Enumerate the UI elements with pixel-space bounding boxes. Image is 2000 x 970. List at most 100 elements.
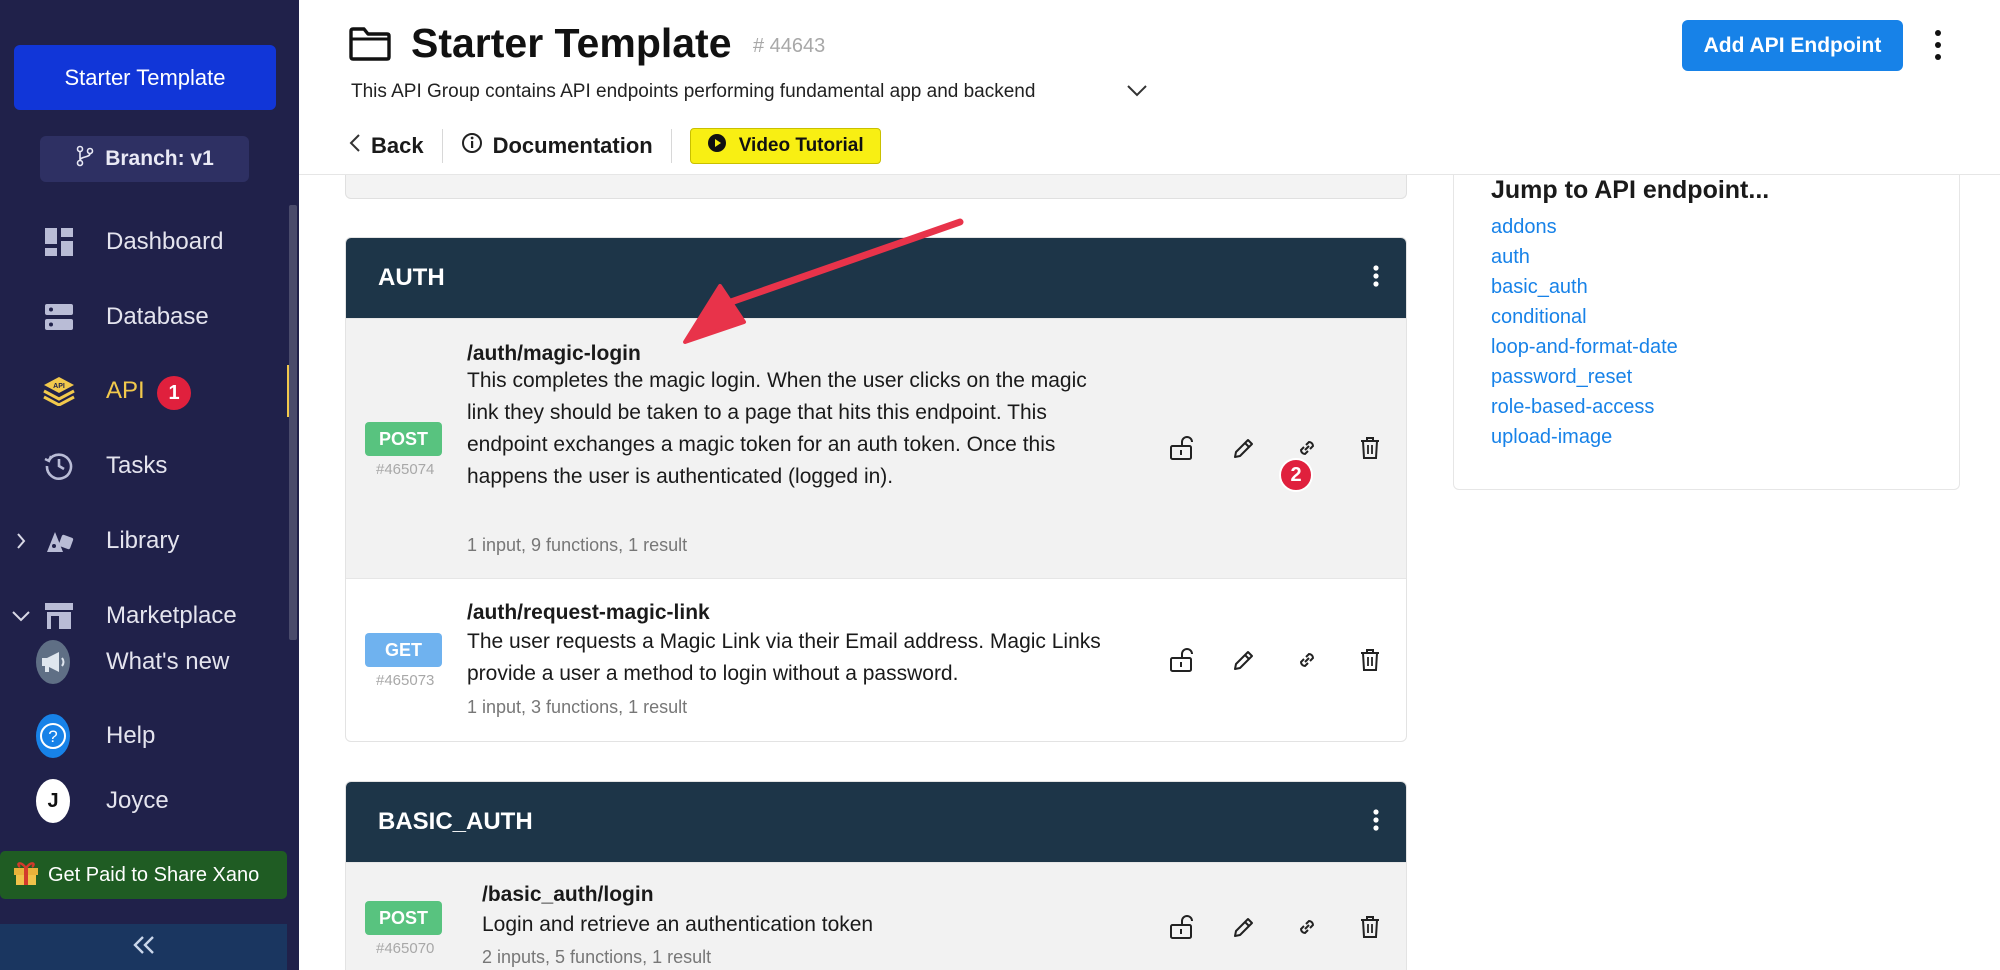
method-badge: POST [365, 422, 442, 456]
endpoint-actions [1149, 909, 1401, 945]
api-group-id: # 44643 [753, 35, 826, 57]
endpoint-description: This completes the magic login. When the… [467, 369, 1087, 488]
back-label: Back [371, 133, 424, 158]
group-header: AUTH [346, 238, 1406, 318]
database-icon [42, 300, 76, 334]
edit-pencil-icon[interactable] [1212, 642, 1275, 678]
sidebar-item-label: Marketplace [106, 602, 237, 629]
sidebar-item-tasks[interactable]: Tasks [0, 438, 299, 494]
project-button[interactable]: Starter Template [14, 45, 276, 110]
auth-lock-icon[interactable] [1149, 642, 1212, 678]
toolbar-divider [670, 129, 672, 163]
jump-link[interactable]: auth [1491, 244, 1678, 274]
promo-banner[interactable]: Get Paid to Share Xano [0, 851, 287, 899]
megaphone-icon [36, 640, 70, 684]
documentation-button[interactable]: Documentation [461, 132, 653, 160]
sidebar-item-dashboard[interactable]: Dashboard [0, 214, 299, 270]
sidebar-item-label: Tasks [106, 452, 168, 479]
chevron-down-icon[interactable] [12, 607, 30, 625]
git-branch-icon [75, 145, 95, 173]
sidebar-item-api[interactable]: API API 1 [0, 363, 299, 419]
jump-link[interactable]: upload-image [1491, 424, 1678, 454]
endpoint-id: #465070 [376, 940, 435, 957]
add-api-endpoint-button[interactable]: Add API Endpoint [1682, 20, 1903, 71]
endpoint-id: #465074 [376, 461, 435, 478]
endpoint-description: The user requests a Magic Link via their… [467, 630, 1101, 685]
api-group-basic-auth: BASIC_AUTH POST #465070 /basic_auth/logi… [345, 781, 1407, 970]
sidebar-item-label: Joyce [106, 787, 169, 814]
double-chevron-left-icon [132, 935, 155, 959]
group-more-options-icon[interactable] [1372, 264, 1380, 295]
endpoint-id: #465073 [376, 672, 435, 689]
endpoint-row[interactable]: POST #465074 /auth/magic-login This comp… [346, 318, 1406, 578]
expand-description-icon[interactable] [1126, 84, 1148, 103]
edit-pencil-icon[interactable] [1212, 909, 1275, 945]
jump-link[interactable]: addons [1491, 214, 1678, 244]
folder-icon [349, 27, 391, 66]
sidebar-item-database[interactable]: Database [0, 289, 299, 345]
endpoint-meta: 2 inputs, 5 functions, 1 result [482, 947, 712, 967]
endpoint-row[interactable]: GET #465073 /auth/request-magic-link The… [346, 578, 1406, 741]
jump-link[interactable]: conditional [1491, 304, 1678, 334]
video-tutorial-button[interactable]: Video Tutorial [689, 128, 881, 164]
delete-trash-icon[interactable] [1338, 909, 1401, 945]
branch-button[interactable]: Branch: v1 [40, 136, 249, 182]
edit-pencil-icon[interactable] [1212, 430, 1275, 466]
auth-lock-icon[interactable] [1149, 909, 1212, 945]
sidebar-scrollbar[interactable] [289, 205, 297, 640]
sidebar-item-label: API [106, 377, 145, 404]
history-clock-icon [42, 449, 76, 483]
svg-text:API: API [53, 383, 65, 390]
sidebar-item-whats-new[interactable]: What's new [0, 634, 299, 690]
sidebar: Starter Template Branch: v1 Dashboard Da… [0, 0, 299, 970]
endpoint-actions [1149, 430, 1401, 466]
gift-icon [12, 858, 40, 892]
sidebar-item-label: Help [106, 722, 156, 749]
api-icon: API [42, 374, 76, 408]
sidebar-item-help[interactable]: ? Help [0, 708, 299, 764]
chevron-left-icon [349, 133, 361, 159]
sidebar-item-label: Database [106, 303, 209, 330]
endpoint-path[interactable]: /auth/magic-login [467, 342, 641, 366]
copy-link-icon[interactable] [1275, 430, 1338, 466]
svg-text:?: ? [48, 727, 57, 746]
avatar: J [36, 779, 70, 823]
sidebar-item-library[interactable]: Library [0, 513, 299, 569]
chevron-right-icon[interactable] [12, 532, 30, 550]
dashboard-icon [42, 225, 76, 259]
jump-link[interactable]: role-based-access [1491, 394, 1678, 424]
sidebar-item-label: Dashboard [106, 228, 224, 255]
page-title: Starter Template [411, 20, 732, 66]
delete-trash-icon[interactable] [1338, 430, 1401, 466]
endpoint-description: Login and retrieve an authentication tok… [482, 913, 874, 936]
copy-link-icon[interactable] [1275, 909, 1338, 945]
documentation-label: Documentation [492, 133, 653, 158]
copy-link-icon[interactable] [1275, 642, 1338, 678]
sidebar-item-label: What's new [106, 648, 230, 675]
group-more-options-icon[interactable] [1372, 808, 1380, 839]
endpoint-actions [1149, 642, 1401, 678]
previous-group-card [345, 175, 1407, 199]
toolbar-divider [441, 129, 443, 163]
auth-lock-icon[interactable] [1149, 430, 1212, 466]
api-step-badge: 1 [157, 376, 191, 410]
group-name: BASIC_AUTH [378, 808, 533, 835]
jump-link[interactable]: password_reset [1491, 364, 1678, 394]
group-name: AUTH [378, 264, 445, 291]
info-icon [461, 132, 483, 160]
back-button[interactable]: Back [349, 133, 424, 159]
endpoint-path[interactable]: /auth/request-magic-link [467, 601, 710, 625]
jump-link[interactable]: loop-and-format-date [1491, 334, 1678, 364]
play-circle-icon [707, 133, 727, 159]
sidebar-item-profile[interactable]: J Joyce [0, 773, 299, 829]
branch-label: Branch: v1 [105, 147, 214, 170]
delete-trash-icon[interactable] [1338, 642, 1401, 678]
endpoint-row[interactable]: POST #465070 /basic_auth/login Login and… [346, 862, 1406, 970]
collapse-sidebar-button[interactable] [0, 924, 287, 970]
help-icon: ? [36, 714, 70, 758]
method-badge: POST [365, 901, 442, 935]
more-options-icon[interactable] [1928, 27, 1948, 63]
endpoint-path[interactable]: /basic_auth/login [482, 883, 654, 907]
jump-link[interactable]: basic_auth [1491, 274, 1678, 304]
api-group-description: This API Group contains API endpoints pe… [351, 81, 1036, 102]
